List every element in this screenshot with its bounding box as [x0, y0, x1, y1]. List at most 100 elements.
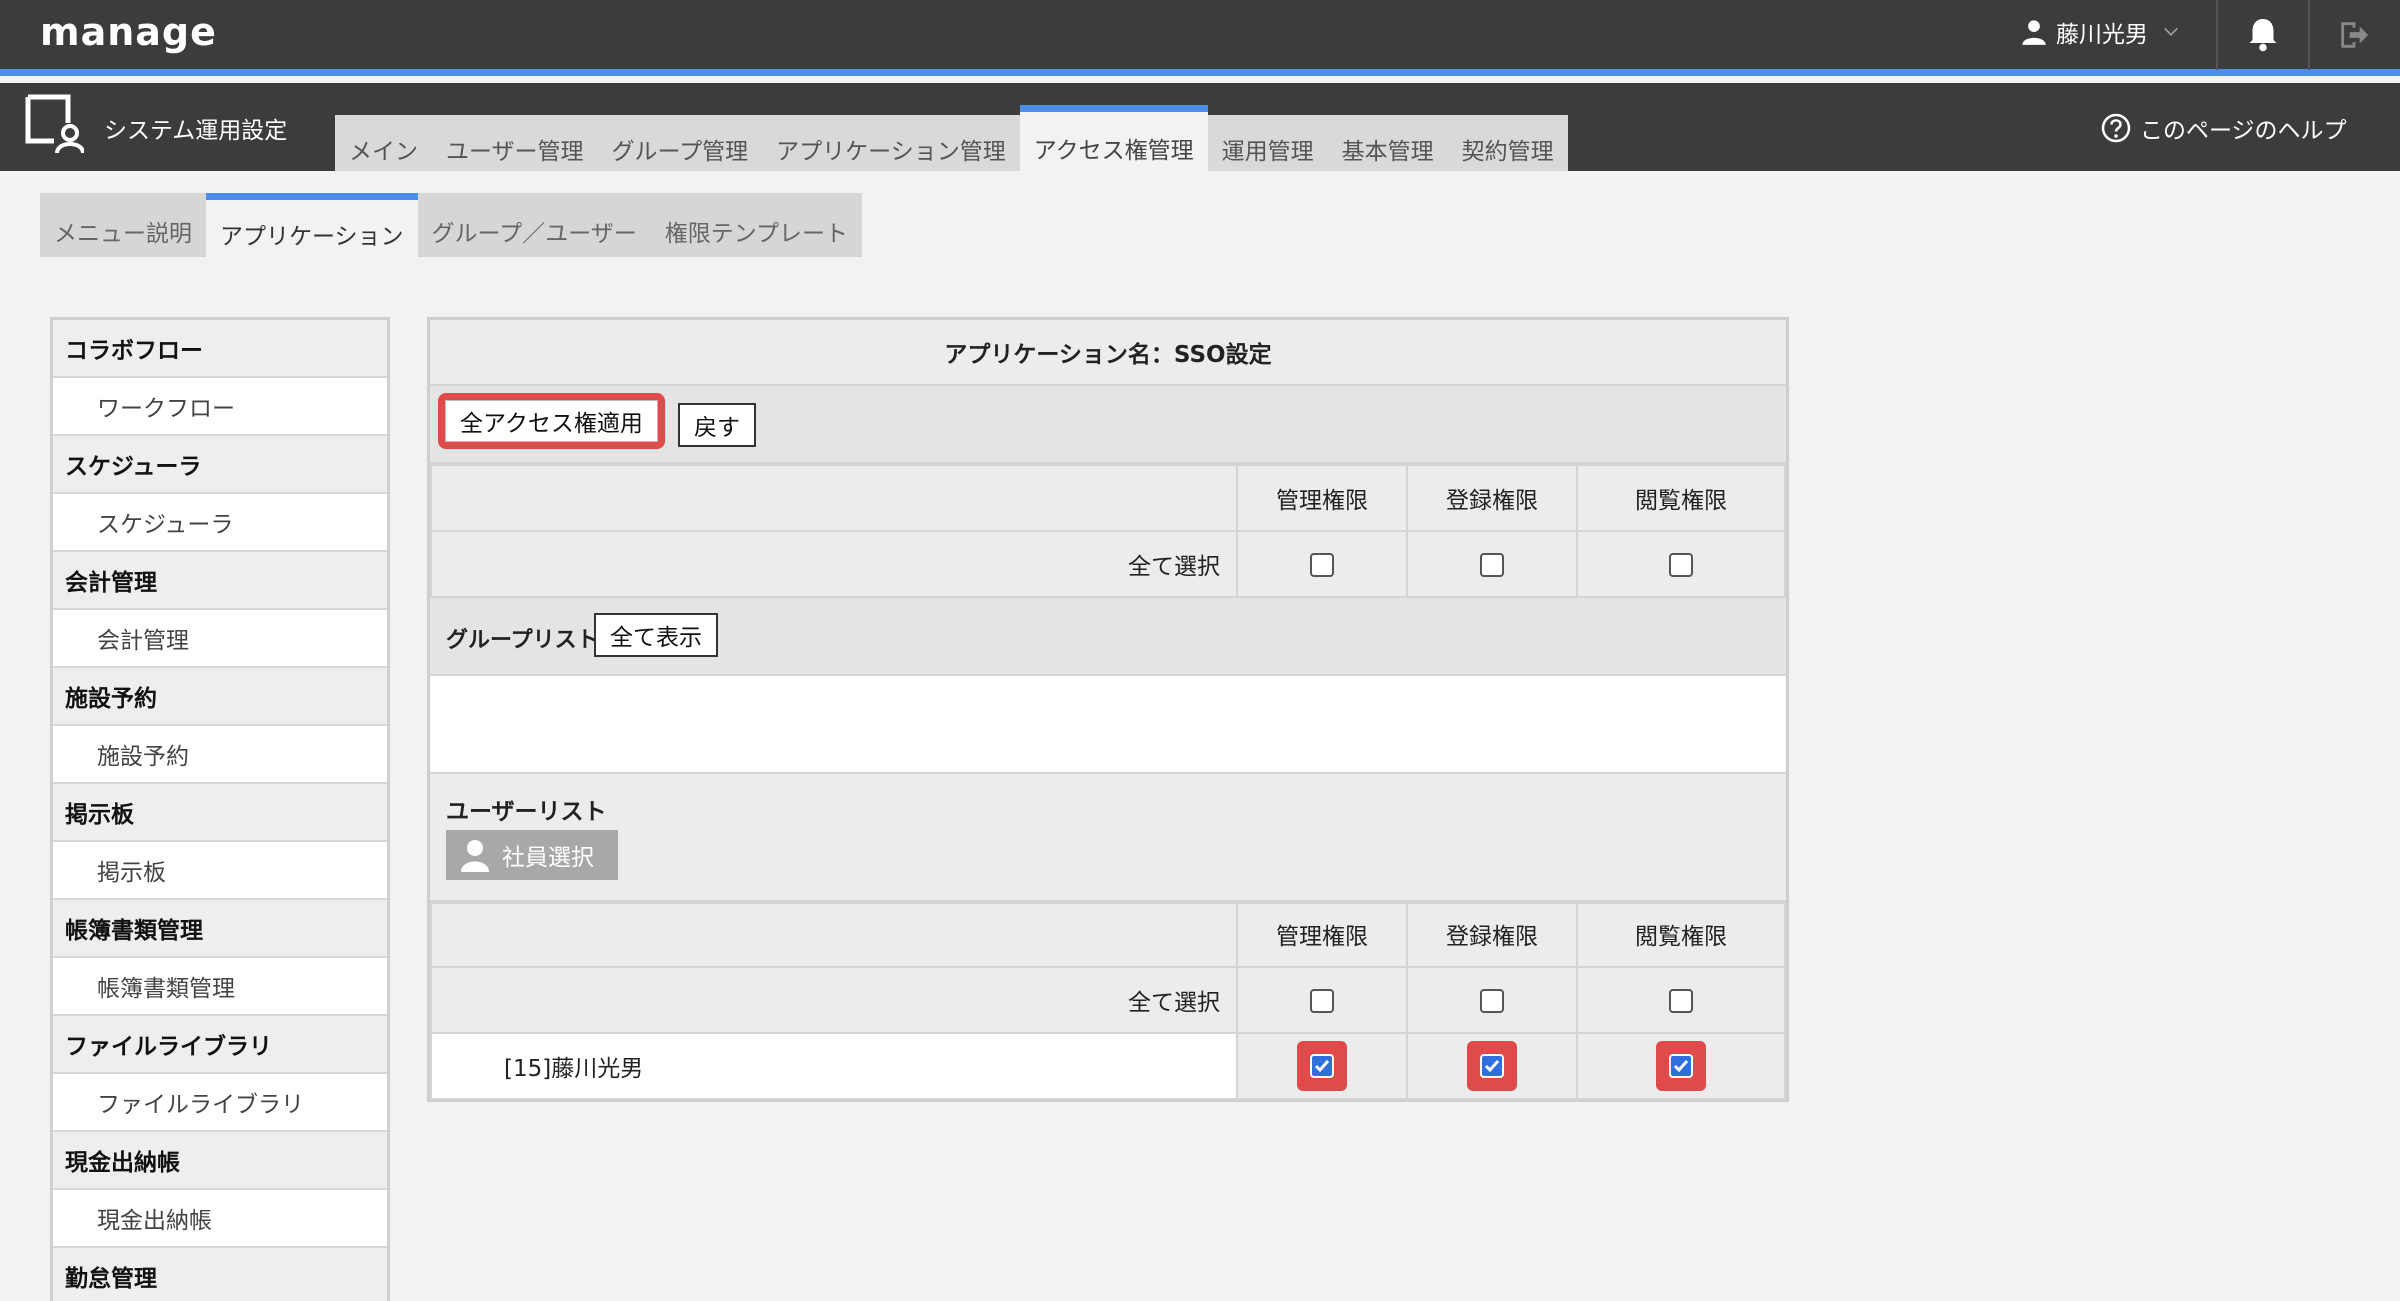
user-permission-table: 管理権限 登録権限 閲覧権限 全て選択	[430, 900, 1786, 1034]
apply-all-access-button[interactable]: 全アクセス権適用	[445, 400, 658, 442]
menu-category: 帳簿書類管理	[53, 900, 387, 958]
table-header-row: 管理権限 登録権限 閲覧権限	[430, 900, 1786, 968]
user-rows-table: [15]藤川光男	[430, 1032, 1786, 1100]
help-icon	[2101, 113, 2131, 143]
sub-tabs: メニュー説明 アプリケーション グループ／ユーザー 権限テンプレート	[40, 193, 863, 257]
checkmark-icon	[1310, 1054, 1334, 1078]
tab-application-management[interactable]: アプリケーション管理	[762, 115, 1020, 171]
register-permission-checkbox[interactable]	[1467, 1041, 1517, 1091]
cell	[1236, 1032, 1408, 1100]
header-spacer	[430, 900, 1238, 968]
user-list-label: ユーザーリスト	[446, 799, 607, 825]
admin-permission-checkbox[interactable]	[1297, 1041, 1347, 1091]
menu-item[interactable]: ワークフロー	[53, 378, 387, 436]
cell	[1406, 1032, 1578, 1100]
application-name: アプリケーション名：SSO設定	[430, 320, 1786, 386]
cell	[1236, 966, 1408, 1034]
group-permission-table: 管理権限 登録権限 閲覧権限 全て選択	[430, 464, 1786, 598]
table-header-row: 管理権限 登録権限 閲覧権限	[430, 464, 1786, 532]
col-register: 登録権限	[1406, 464, 1578, 532]
back-button[interactable]: 戻す	[678, 403, 756, 447]
application-menu: コラボフロー ワークフロー スケジューラ スケジューラ 会計管理 会計管理 施設…	[50, 317, 390, 1301]
select-all-register-checkbox[interactable]	[1480, 988, 1504, 1013]
menu-item[interactable]: スケジューラ	[53, 494, 387, 552]
menu-category: 会計管理	[53, 552, 387, 610]
view-permission-checkbox[interactable]	[1656, 1041, 1706, 1091]
checkmark-icon	[1669, 1054, 1693, 1078]
col-view: 閲覧権限	[1576, 900, 1786, 968]
select-all-row: 全て選択	[430, 966, 1786, 1034]
person-icon	[461, 840, 489, 872]
action-row: 全アクセス権適用 戻す	[430, 386, 1786, 464]
select-all-view-checkbox[interactable]	[1669, 988, 1693, 1013]
menu-item[interactable]: 会計管理	[53, 610, 387, 668]
header-divider	[2216, 0, 2218, 70]
group-list-row: グループリスト 全て表示	[430, 598, 1786, 676]
menu-item[interactable]: 掲示板	[53, 842, 387, 900]
show-all-button[interactable]: 全て表示	[594, 613, 718, 657]
table-row: [15]藤川光男	[430, 1032, 1786, 1100]
col-register: 登録権限	[1406, 900, 1578, 968]
tab-contract-management[interactable]: 契約管理	[1448, 115, 1568, 171]
user-icon	[2022, 20, 2046, 45]
select-all-admin-checkbox[interactable]	[1310, 988, 1334, 1013]
help-link[interactable]: このページのヘルプ	[2100, 111, 2347, 145]
col-view: 閲覧権限	[1576, 464, 1786, 532]
user-row-name: [15]藤川光男	[430, 1032, 1238, 1100]
header-divider	[2308, 0, 2310, 70]
select-all-row: 全て選択	[430, 530, 1786, 598]
cell	[1236, 530, 1408, 598]
employee-select-label: 社員選択	[502, 845, 594, 871]
menu-item[interactable]: ファイルライブラリ	[53, 1074, 387, 1132]
apply-all-highlight: 全アクセス権適用	[438, 393, 665, 449]
cell	[1576, 1032, 1786, 1100]
subtab-application[interactable]: アプリケーション	[206, 193, 418, 257]
select-all-label: 全て選択	[430, 530, 1238, 598]
col-admin: 管理権限	[1236, 464, 1408, 532]
system-settings-bar: システム運用設定 メイン ユーザー管理 グループ管理 アプリケーション管理 アク…	[0, 83, 2400, 171]
menu-category: ファイルライブラリ	[53, 1016, 387, 1074]
cell	[1406, 530, 1578, 598]
tab-main[interactable]: メイン	[335, 115, 432, 171]
help-label: このページのヘルプ	[2140, 118, 2347, 144]
top-header: manage 藤川光男	[0, 0, 2400, 76]
tab-group-management[interactable]: グループ管理	[598, 115, 763, 171]
select-all-label: 全て選択	[430, 966, 1238, 1034]
access-rights-panel: アプリケーション名：SSO設定 全アクセス権適用 戻す 管理権限 登録権限 閲覧…	[427, 317, 1789, 1102]
subtab-permission-template[interactable]: 権限テンプレート	[651, 193, 862, 257]
user-menu[interactable]: 藤川光男	[2020, 12, 2180, 52]
col-admin: 管理権限	[1236, 900, 1408, 968]
tab-access-rights[interactable]: アクセス権管理	[1019, 105, 1208, 171]
menu-item[interactable]: 帳簿書類管理	[53, 958, 387, 1016]
menu-category: 現金出納帳	[53, 1132, 387, 1190]
group-list-label: グループリスト	[446, 628, 599, 653]
select-all-view-checkbox[interactable]	[1669, 552, 1693, 577]
tab-operation-management[interactable]: 運用管理	[1208, 115, 1328, 171]
menu-item[interactable]: 現金出納帳	[53, 1190, 387, 1248]
cell	[1406, 966, 1578, 1034]
tab-basic-management[interactable]: 基本管理	[1328, 115, 1448, 171]
cell	[1576, 966, 1786, 1034]
menu-category: コラボフロー	[53, 320, 387, 378]
menu-category: スケジューラ	[53, 436, 387, 494]
menu-category: 勤怠管理	[53, 1248, 387, 1301]
select-all-admin-checkbox[interactable]	[1310, 552, 1334, 577]
employee-select-button[interactable]: 社員選択	[446, 830, 618, 880]
logout-icon[interactable]	[2336, 18, 2372, 52]
menu-item[interactable]: 施設予約	[53, 726, 387, 784]
select-all-register-checkbox[interactable]	[1480, 552, 1504, 577]
page-title: システム運用設定	[104, 118, 288, 144]
tab-user-management[interactable]: ユーザー管理	[432, 115, 598, 171]
bell-icon[interactable]	[2245, 16, 2281, 52]
subtab-menu-description[interactable]: メニュー説明	[40, 193, 206, 257]
checkmark-icon	[1480, 1054, 1504, 1078]
group-list-body	[430, 676, 1786, 774]
main-tabs: メイン ユーザー管理 グループ管理 アプリケーション管理 アクセス権管理 運用管…	[335, 105, 1568, 171]
system-settings-icon	[25, 94, 84, 154]
app-logo[interactable]: manage	[40, 10, 217, 62]
header-spacer	[430, 464, 1238, 532]
chevron-down-icon	[2164, 27, 2178, 36]
subtab-group-user[interactable]: グループ／ユーザー	[418, 193, 651, 257]
menu-category: 掲示板	[53, 784, 387, 842]
menu-category: 施設予約	[53, 668, 387, 726]
